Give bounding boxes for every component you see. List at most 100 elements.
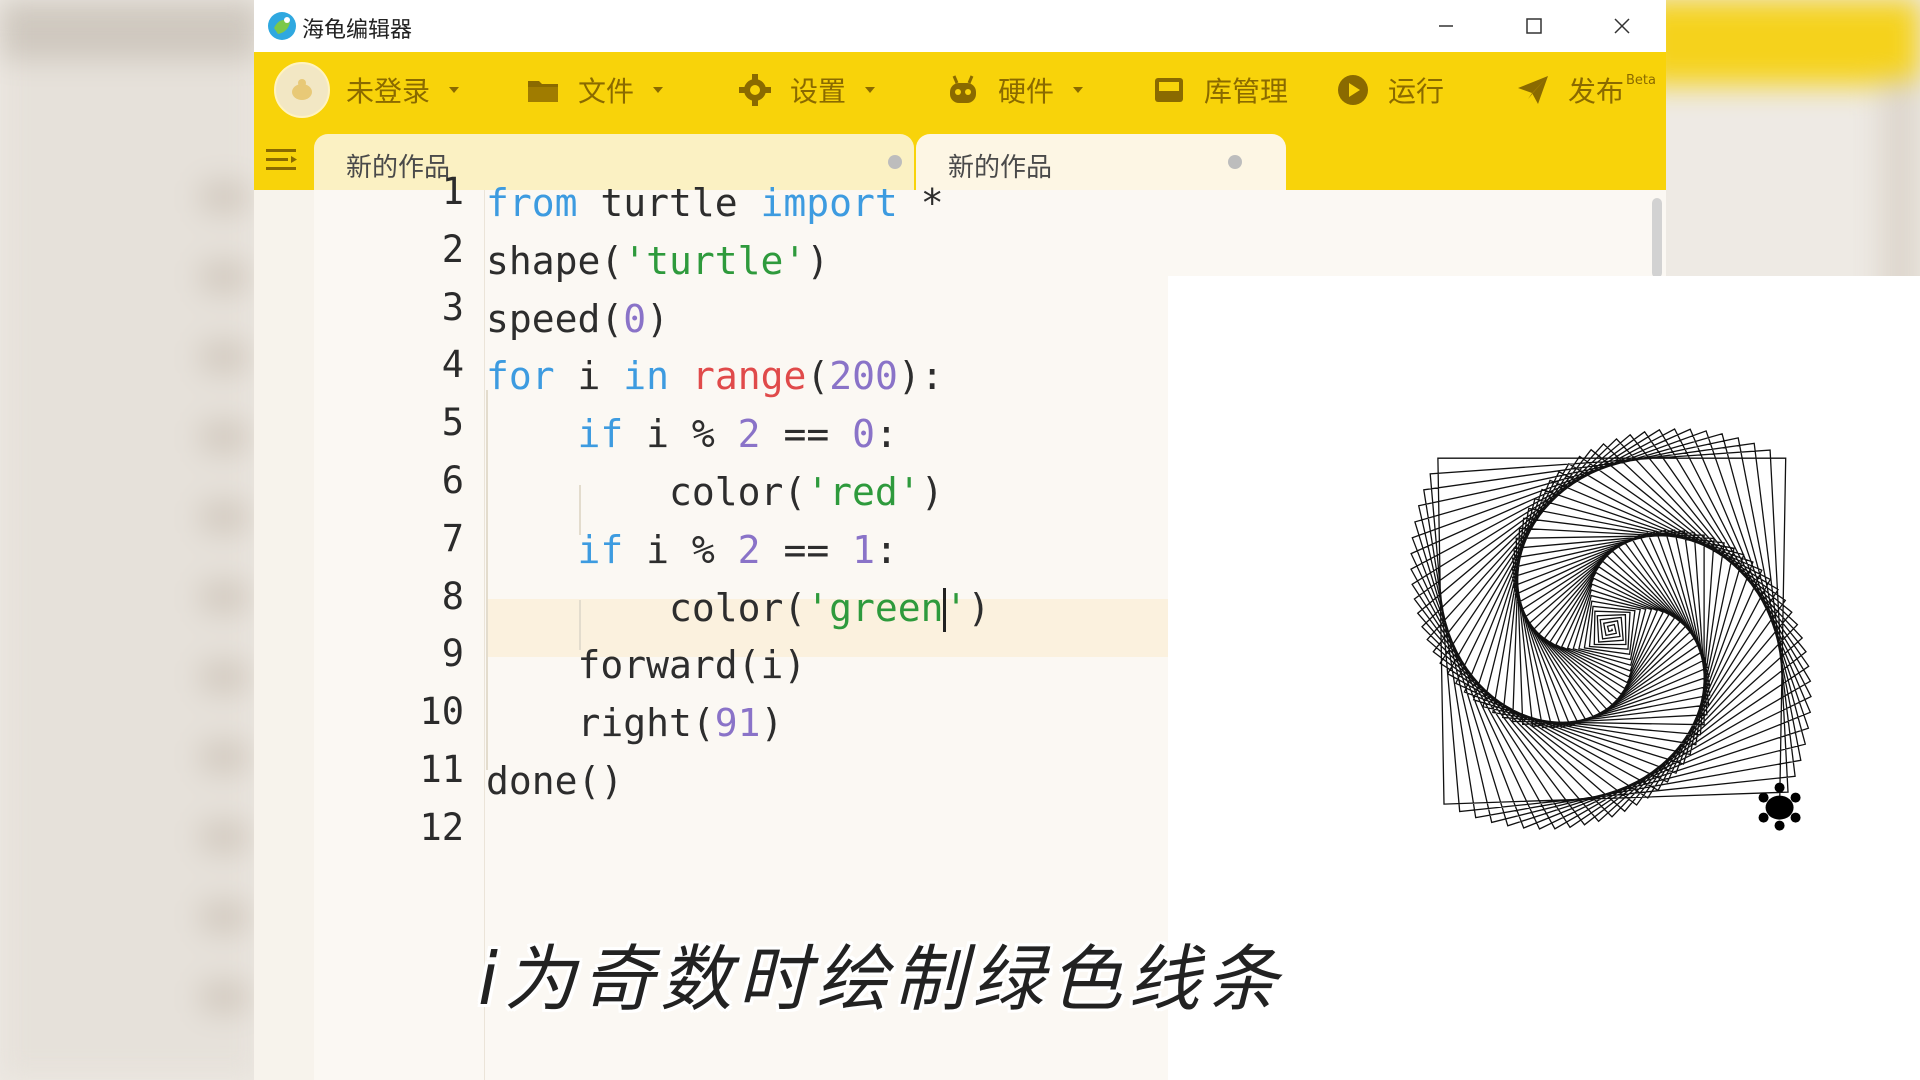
tab-label: 新的作品 [346, 153, 451, 183]
beta-badge: Beta [1626, 72, 1656, 88]
code-token: import [760, 181, 898, 225]
code-line[interactable]: speed(0) [486, 290, 669, 348]
code-token: 91 [714, 701, 761, 746]
code-token: ( [806, 354, 830, 399]
code-token: if [577, 412, 624, 457]
code-line[interactable]: for i in range(200): [486, 347, 944, 405]
video-subtitle: i为奇数时绘制绿色线条 [478, 937, 1285, 1021]
gear-icon [738, 73, 772, 107]
run-menu[interactable]: 运行 [1336, 52, 1444, 128]
app-logo-icon [268, 12, 296, 40]
line-number: 2 [441, 227, 464, 271]
line-number: 5 [441, 401, 464, 445]
code-token: 'red' [806, 470, 921, 514]
line-number: 12 [419, 805, 464, 849]
login-label: 未登录 [346, 75, 431, 108]
code-line[interactable]: if i % 2 == 0: [486, 405, 898, 463]
code-token: ) [920, 470, 944, 514]
tab-work-2[interactable]: 新的作品 [916, 134, 1286, 190]
code-token: color( [486, 585, 807, 630]
file-menu[interactable]: 文件 [526, 52, 664, 128]
unsaved-dot-icon[interactable] [888, 155, 902, 169]
minimize-icon [1439, 25, 1453, 27]
code-token: ' [944, 585, 968, 630]
code-token: 1 [852, 527, 875, 572]
chevron-down-icon [1072, 86, 1084, 94]
menu-list-icon[interactable] [264, 146, 298, 174]
minimize-button[interactable] [1402, 0, 1490, 52]
line-number: 8 [441, 574, 464, 618]
line-number: 10 [419, 690, 464, 734]
unsaved-dot-icon[interactable] [1228, 155, 1242, 169]
code-token: * [897, 181, 944, 225]
code-line[interactable]: if i % 2 == 1: [486, 521, 898, 579]
code-token: ): [897, 354, 944, 399]
play-icon [1336, 73, 1370, 107]
line-number: 3 [441, 285, 464, 329]
hardware-menu[interactable]: 硬件 [946, 52, 1084, 128]
code-token: 'green [806, 585, 944, 630]
code-token: right( [486, 701, 715, 746]
settings-menu[interactable]: 设置 [738, 52, 876, 128]
app-title: 海龟编辑器 [302, 18, 413, 43]
code-line[interactable]: color('green') [486, 579, 990, 637]
code-token: ) [967, 585, 991, 630]
maximize-button[interactable] [1490, 0, 1578, 52]
code-token: 0 [623, 296, 647, 341]
robot-icon [946, 73, 980, 107]
code-token: if [577, 527, 624, 572]
publish-menu[interactable]: 发布 Beta [1516, 52, 1656, 128]
code-line[interactable]: from turtle import * [486, 174, 944, 232]
settings-label: 设置 [790, 75, 847, 108]
line-number: 11 [419, 748, 464, 791]
close-button[interactable] [1578, 0, 1666, 52]
code-token: == [760, 412, 853, 457]
code-token: shape( [486, 238, 624, 283]
code-token: 0 [852, 412, 875, 457]
tab-bar: 新的作品 新的作品 [254, 128, 1666, 190]
code-token: 2 [737, 527, 761, 572]
code-token: speed( [486, 296, 624, 341]
line-number-gutter: 1 2 3 4 5 6 7 8 9 10 11 12 [314, 170, 485, 1080]
folder-icon [526, 73, 560, 107]
turtle-shape-icon [1758, 782, 1801, 831]
side-panel [254, 190, 315, 1080]
line-number: 7 [441, 516, 464, 560]
line-number: 4 [441, 343, 464, 387]
run-label: 运行 [1388, 75, 1445, 108]
code-token: forward(i) [486, 643, 807, 688]
code-line[interactable]: done() [486, 752, 623, 810]
publish-label: 发布 [1568, 75, 1625, 108]
code-token: ) [760, 701, 784, 746]
code-line[interactable]: shape('turtle') [486, 232, 829, 290]
code-token: ) [806, 238, 830, 283]
chevron-down-icon [652, 86, 664, 94]
chevron-down-icon [448, 86, 460, 94]
code-token: i % [623, 527, 738, 572]
code-line[interactable]: color('red') [486, 463, 944, 521]
code-token: done() [486, 759, 624, 803]
vertical-scrollbar[interactable] [1652, 198, 1662, 278]
code-token: 200 [829, 354, 898, 399]
code-line[interactable]: forward(i) [486, 636, 807, 694]
code-token: ) [646, 296, 670, 341]
code-token: == [760, 527, 853, 572]
login-menu[interactable]: 未登录 [274, 52, 460, 128]
code-token: from [486, 181, 578, 225]
code-token: 2 [737, 412, 761, 457]
code-token: i % [623, 412, 738, 457]
code-token: range [691, 354, 807, 399]
code-token: 'turtle' [623, 238, 807, 283]
turtle-avatar-icon [292, 79, 312, 100]
hardware-label: 硬件 [998, 75, 1055, 108]
close-icon [1614, 18, 1630, 34]
code-token: in [623, 354, 670, 399]
file-label: 文件 [578, 75, 635, 108]
line-number: 6 [441, 459, 464, 502]
library-menu[interactable]: 库管理 [1152, 52, 1288, 128]
library-label: 库管理 [1204, 75, 1289, 108]
code-line[interactable]: right(91) [486, 694, 784, 752]
